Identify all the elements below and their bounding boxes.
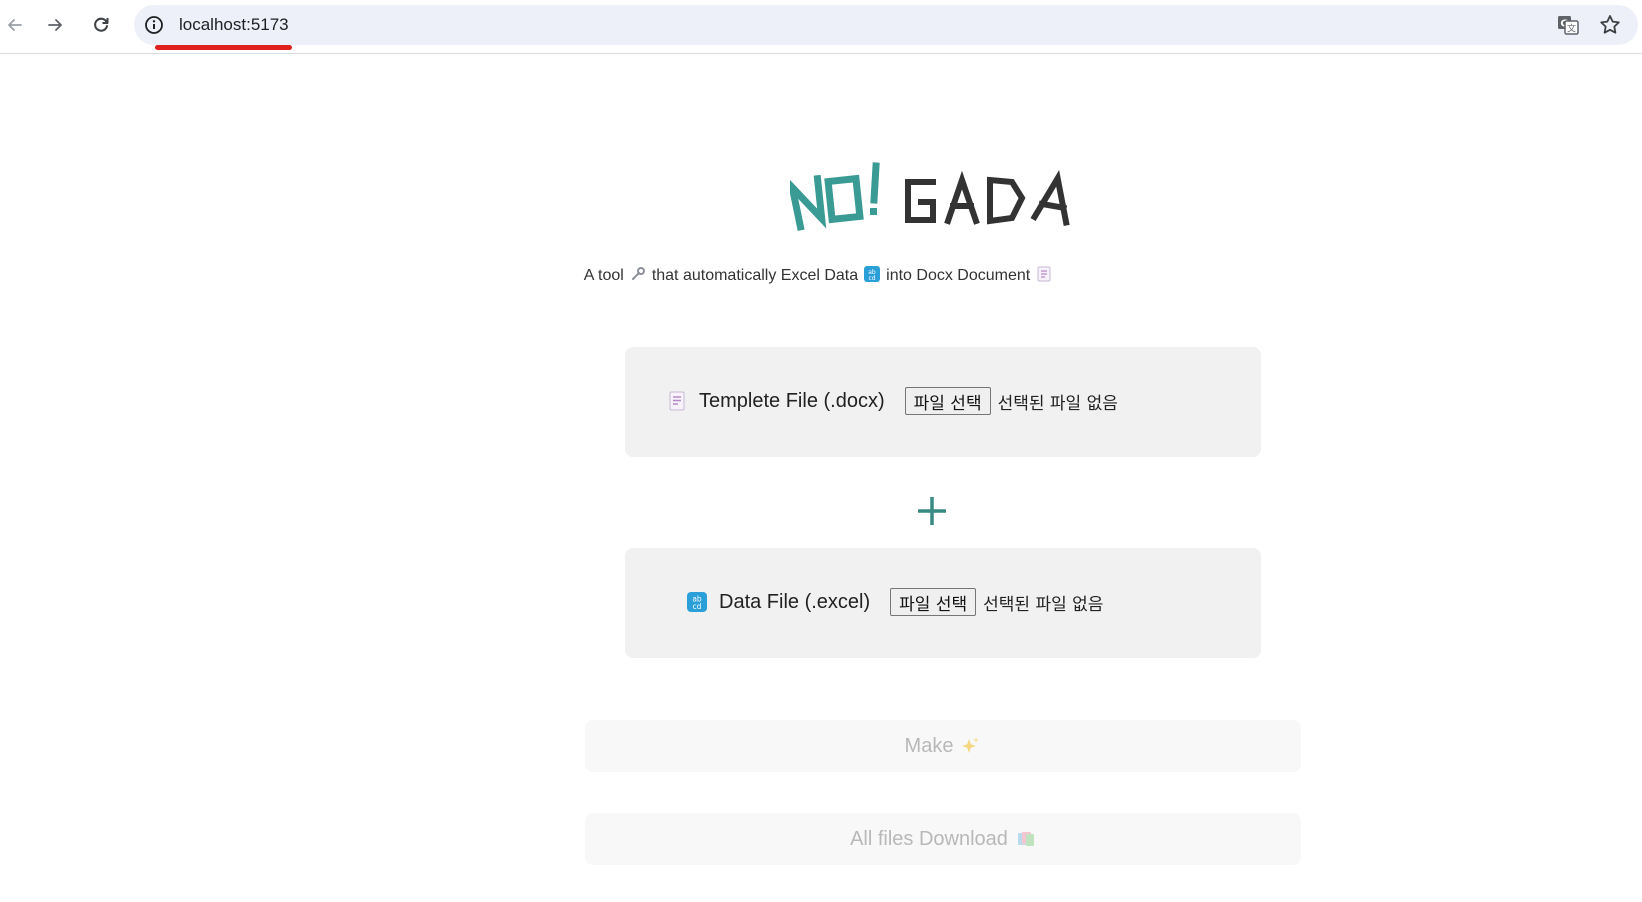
svg-text:文: 文	[1567, 23, 1576, 35]
app-logo	[790, 162, 1070, 231]
wrench-icon	[631, 267, 645, 280]
translate-icon[interactable]: G文	[1556, 13, 1580, 37]
svg-text:cd: cd	[693, 602, 702, 611]
document-icon	[669, 391, 685, 411]
back-arrow-icon[interactable]	[0, 10, 30, 40]
data-file-card: ab cd Data File (.excel) 파일 선택 선택된 파일 없음	[625, 548, 1261, 658]
browser-toolbar: localhost:5173 G文	[0, 0, 1642, 54]
data-file-label: Data File (.excel)	[719, 590, 871, 613]
input-symbols-icon: abcd	[864, 266, 881, 282]
data-file-choose-button[interactable]: 파일 선택	[890, 588, 977, 616]
template-file-choose-button[interactable]: 파일 선택	[904, 387, 991, 415]
url-highlight-underline	[155, 45, 292, 50]
forward-arrow-icon[interactable]	[40, 10, 70, 40]
bookmark-star-icon[interactable]	[1598, 13, 1622, 37]
svg-text:cd: cd	[869, 275, 876, 282]
input-symbols-icon: abcd	[687, 592, 707, 612]
all-files-download-button[interactable]: All files Download	[585, 813, 1301, 865]
books-icon	[1017, 832, 1034, 846]
template-file-card: Templete File (.docx) 파일 선택 선택된 파일 없음	[625, 347, 1261, 457]
reload-icon[interactable]	[86, 10, 116, 40]
data-file-status: 선택된 파일 없음	[983, 594, 1104, 615]
app-subtitle: A tool that automatically Excel Data ab cd i…	[0, 266, 1642, 286]
document-icon	[1037, 266, 1051, 282]
address-bar[interactable]: localhost:5173 G文	[134, 5, 1638, 45]
make-button[interactable]: Make	[585, 720, 1301, 772]
url-text[interactable]: localhost:5173	[179, 15, 289, 35]
plus-icon	[918, 497, 946, 525]
sparkles-icon	[962, 737, 980, 753]
template-file-status: 선택된 파일 없음	[997, 393, 1118, 414]
template-file-label: Templete File (.docx)	[699, 389, 885, 412]
site-info-icon[interactable]	[144, 15, 164, 35]
